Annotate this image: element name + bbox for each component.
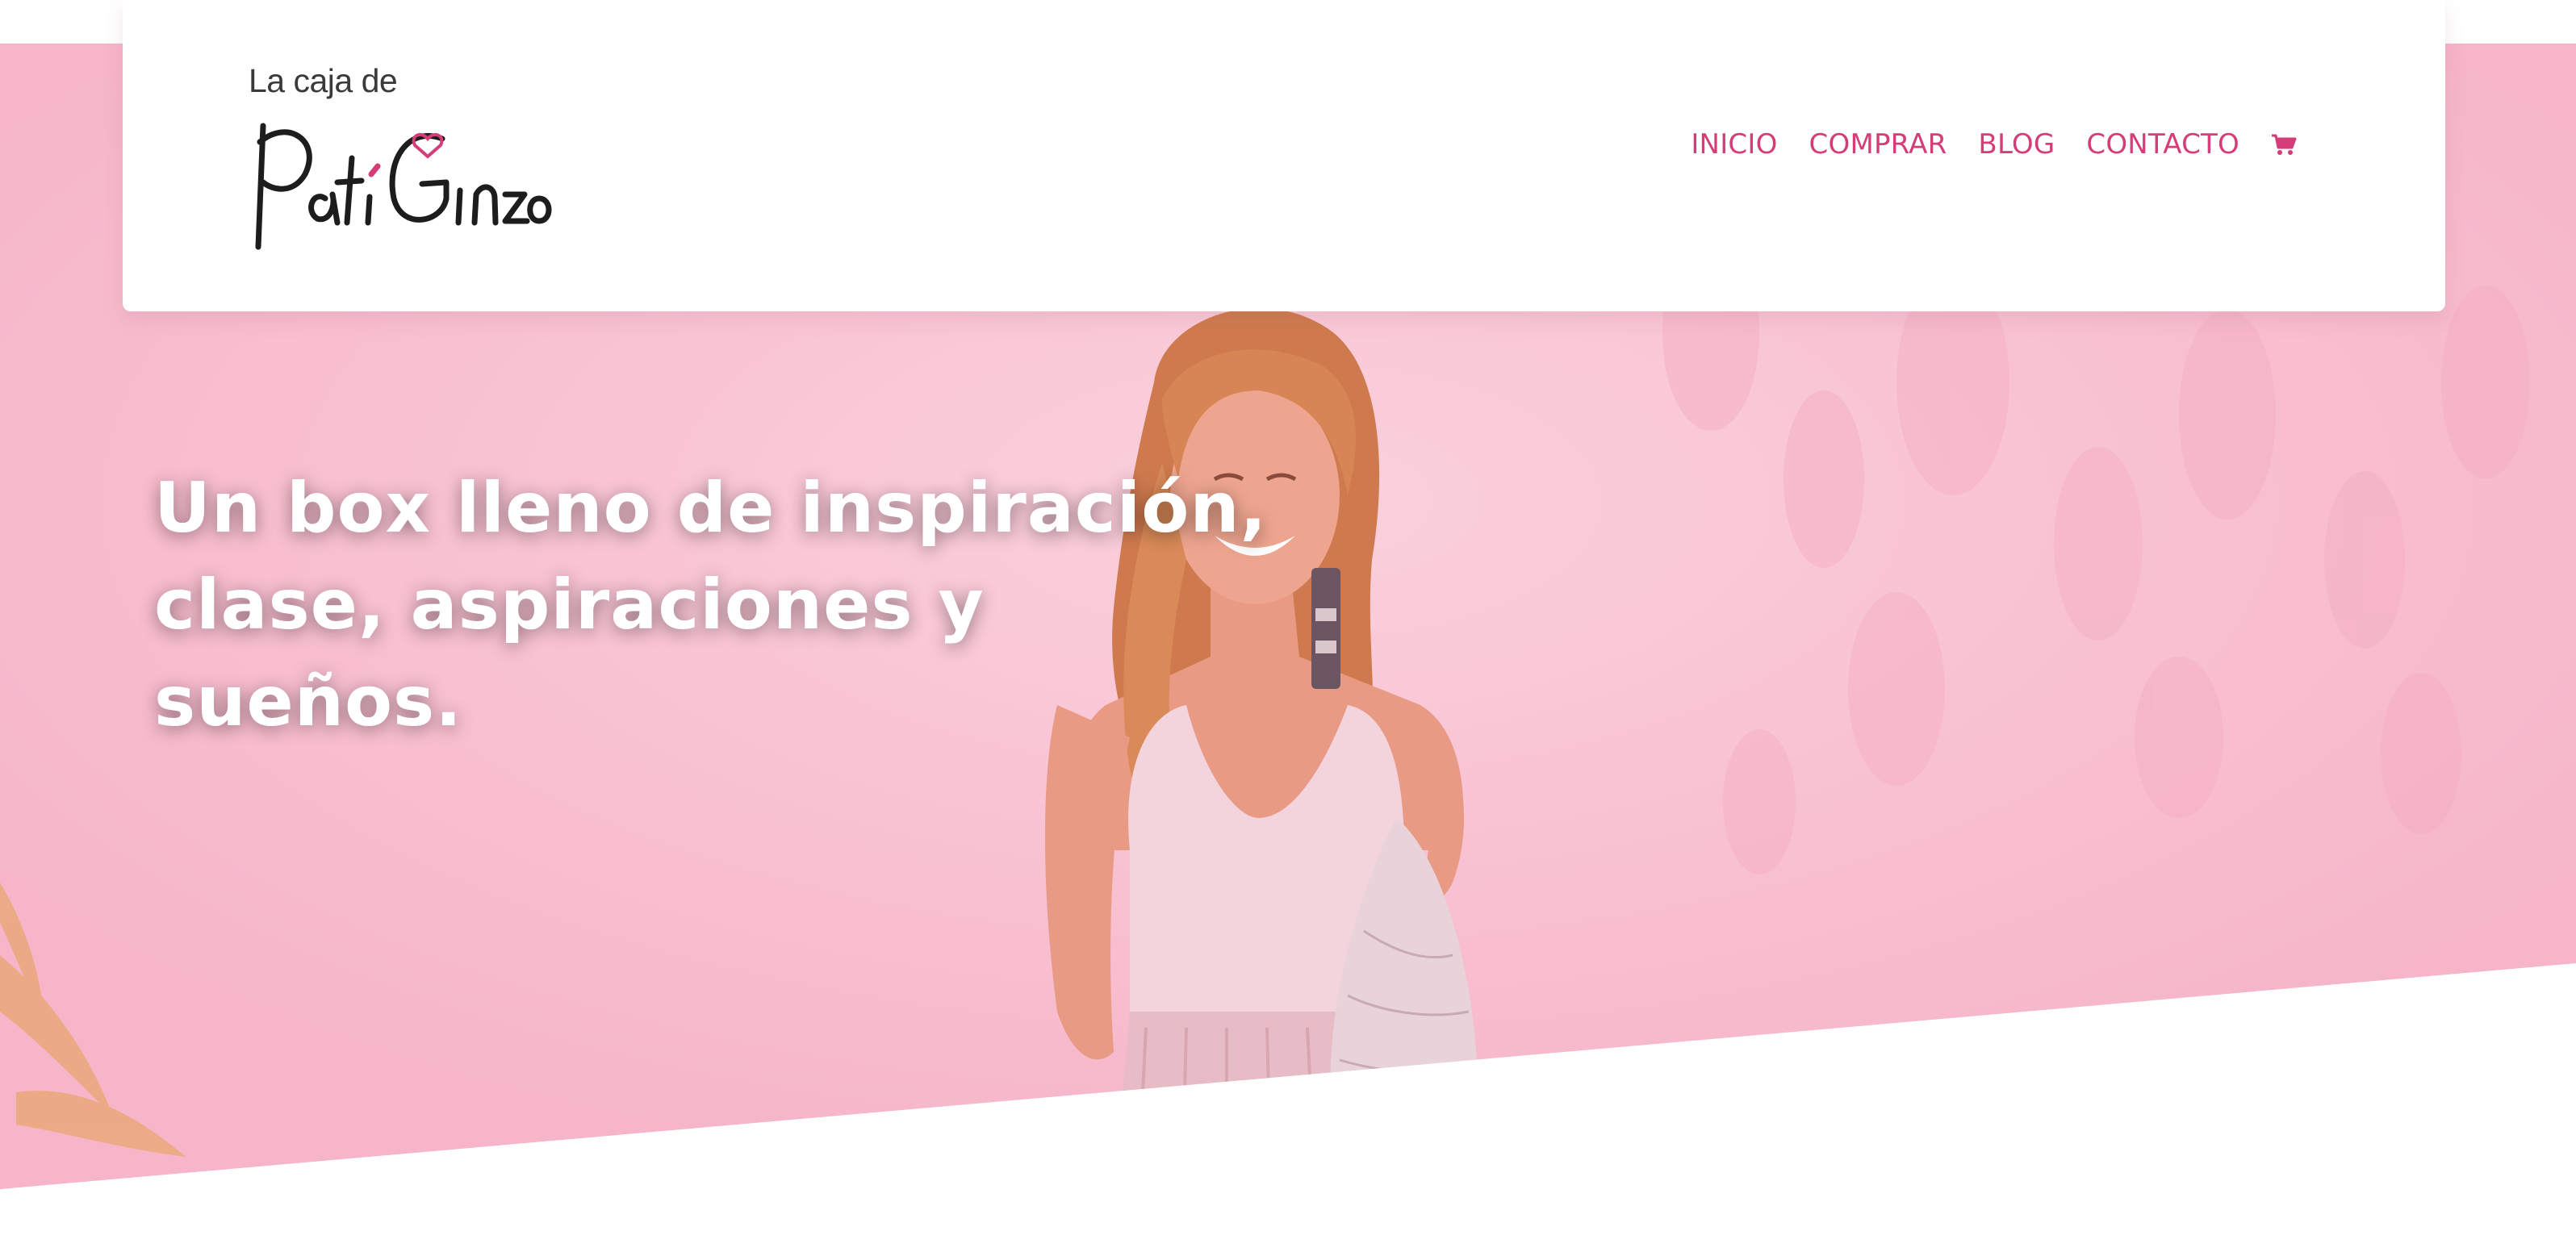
headline-line-1: Un box lleno de inspiración, — [154, 468, 1268, 549]
nav-contacto[interactable]: CONTACTO — [2086, 131, 2239, 158]
nav-comprar[interactable]: COMPRAR — [1809, 131, 1947, 158]
main-nav: INICIO COMPRAR BLOG CONTACTO — [1691, 131, 2297, 158]
nav-blog[interactable]: BLOG — [1978, 131, 2055, 158]
headline-line-2: clase, aspiraciones y — [154, 565, 985, 645]
nav-inicio[interactable]: INICIO — [1691, 131, 1777, 158]
shopping-cart-icon[interactable] — [2271, 131, 2297, 157]
headline-line-3: sueños. — [154, 661, 462, 742]
site-header: La caja de INICIO COMPRAR BLOG CONTACTO — [123, 0, 2445, 311]
logo-script — [255, 123, 552, 250]
hero-headline: Un box lleno de inspiración, clase, aspi… — [154, 460, 1413, 750]
brand-logo[interactable]: La caja de — [249, 61, 555, 260]
